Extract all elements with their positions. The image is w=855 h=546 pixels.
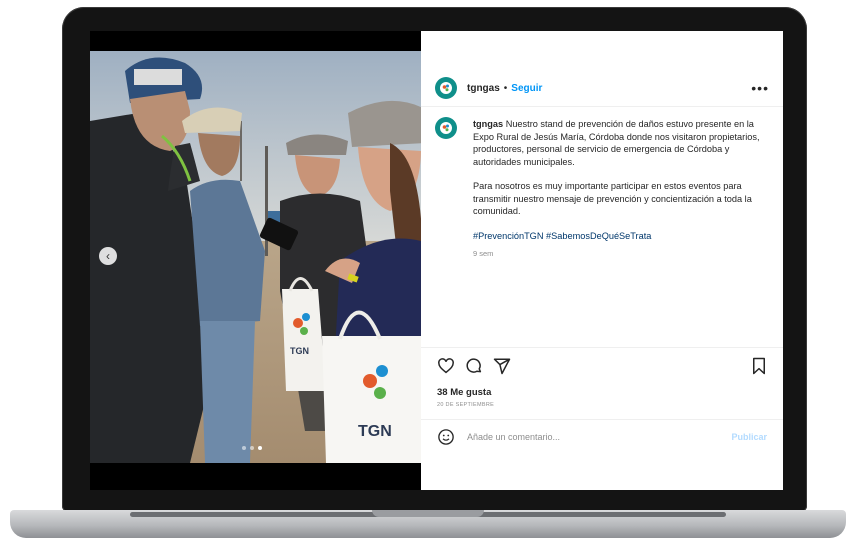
laptop-notch	[372, 510, 484, 517]
emoji-icon[interactable]	[437, 428, 455, 446]
hashtags[interactable]: #PrevenciónTGN #SabemosDeQuéSeTrata	[473, 230, 765, 243]
more-icon[interactable]: •••	[751, 80, 769, 96]
caption-avatar[interactable]	[435, 117, 457, 139]
bag-logo-text: TGN	[290, 346, 309, 356]
caption-paragraph-2: Para nosotros es muy importante particip…	[473, 181, 752, 216]
carousel-dot	[242, 446, 246, 450]
bookmark-icon[interactable]	[751, 357, 767, 375]
post-panel: tgngas • Seguir ••• tgngas Nuestro stand…	[421, 31, 783, 490]
comment-input[interactable]	[465, 431, 699, 443]
chevron-left-icon: ‹	[106, 249, 110, 263]
post-photo: TGN TGN ‹	[90, 51, 421, 463]
divider	[421, 106, 783, 107]
carousel-dot	[258, 446, 262, 450]
divider	[421, 347, 783, 348]
separator: •	[503, 82, 508, 94]
carousel-dot	[250, 446, 254, 450]
publish-button[interactable]: Publicar	[731, 432, 767, 442]
heart-icon[interactable]	[437, 357, 455, 375]
divider	[421, 419, 783, 420]
carousel-prev-button[interactable]: ‹	[99, 247, 117, 265]
action-bar	[437, 357, 767, 377]
carousel-dots	[242, 446, 262, 450]
caption-paragraph-1: Nuestro stand de prevención de daños est…	[473, 119, 760, 167]
comment-row: Publicar	[437, 427, 767, 447]
comment-icon[interactable]	[465, 357, 483, 375]
bag-logo-text-large: TGN	[358, 423, 392, 440]
post-date: 20 DE SEPTIEMBRE	[437, 402, 495, 408]
username-link[interactable]: tgngas	[467, 83, 500, 94]
follow-button[interactable]: Seguir	[511, 83, 542, 94]
avatar[interactable]	[435, 77, 457, 99]
tgn-logo-icon	[440, 82, 452, 94]
share-icon[interactable]	[493, 357, 511, 375]
time-ago: 9 sem	[473, 249, 494, 258]
likes-count[interactable]: 38 Me gusta	[437, 387, 491, 398]
tgn-logo-icon	[440, 122, 452, 134]
photo-illustration: TGN TGN	[90, 51, 421, 463]
caption-text: tgngas Nuestro stand de prevención de da…	[473, 118, 765, 261]
laptop-screen: TGN TGN ‹ tgngas • Seguir ••• tgngas Nue…	[90, 31, 783, 490]
post-header: tgngas • Seguir •••	[435, 75, 769, 101]
caption-username[interactable]: tgngas	[473, 119, 503, 129]
